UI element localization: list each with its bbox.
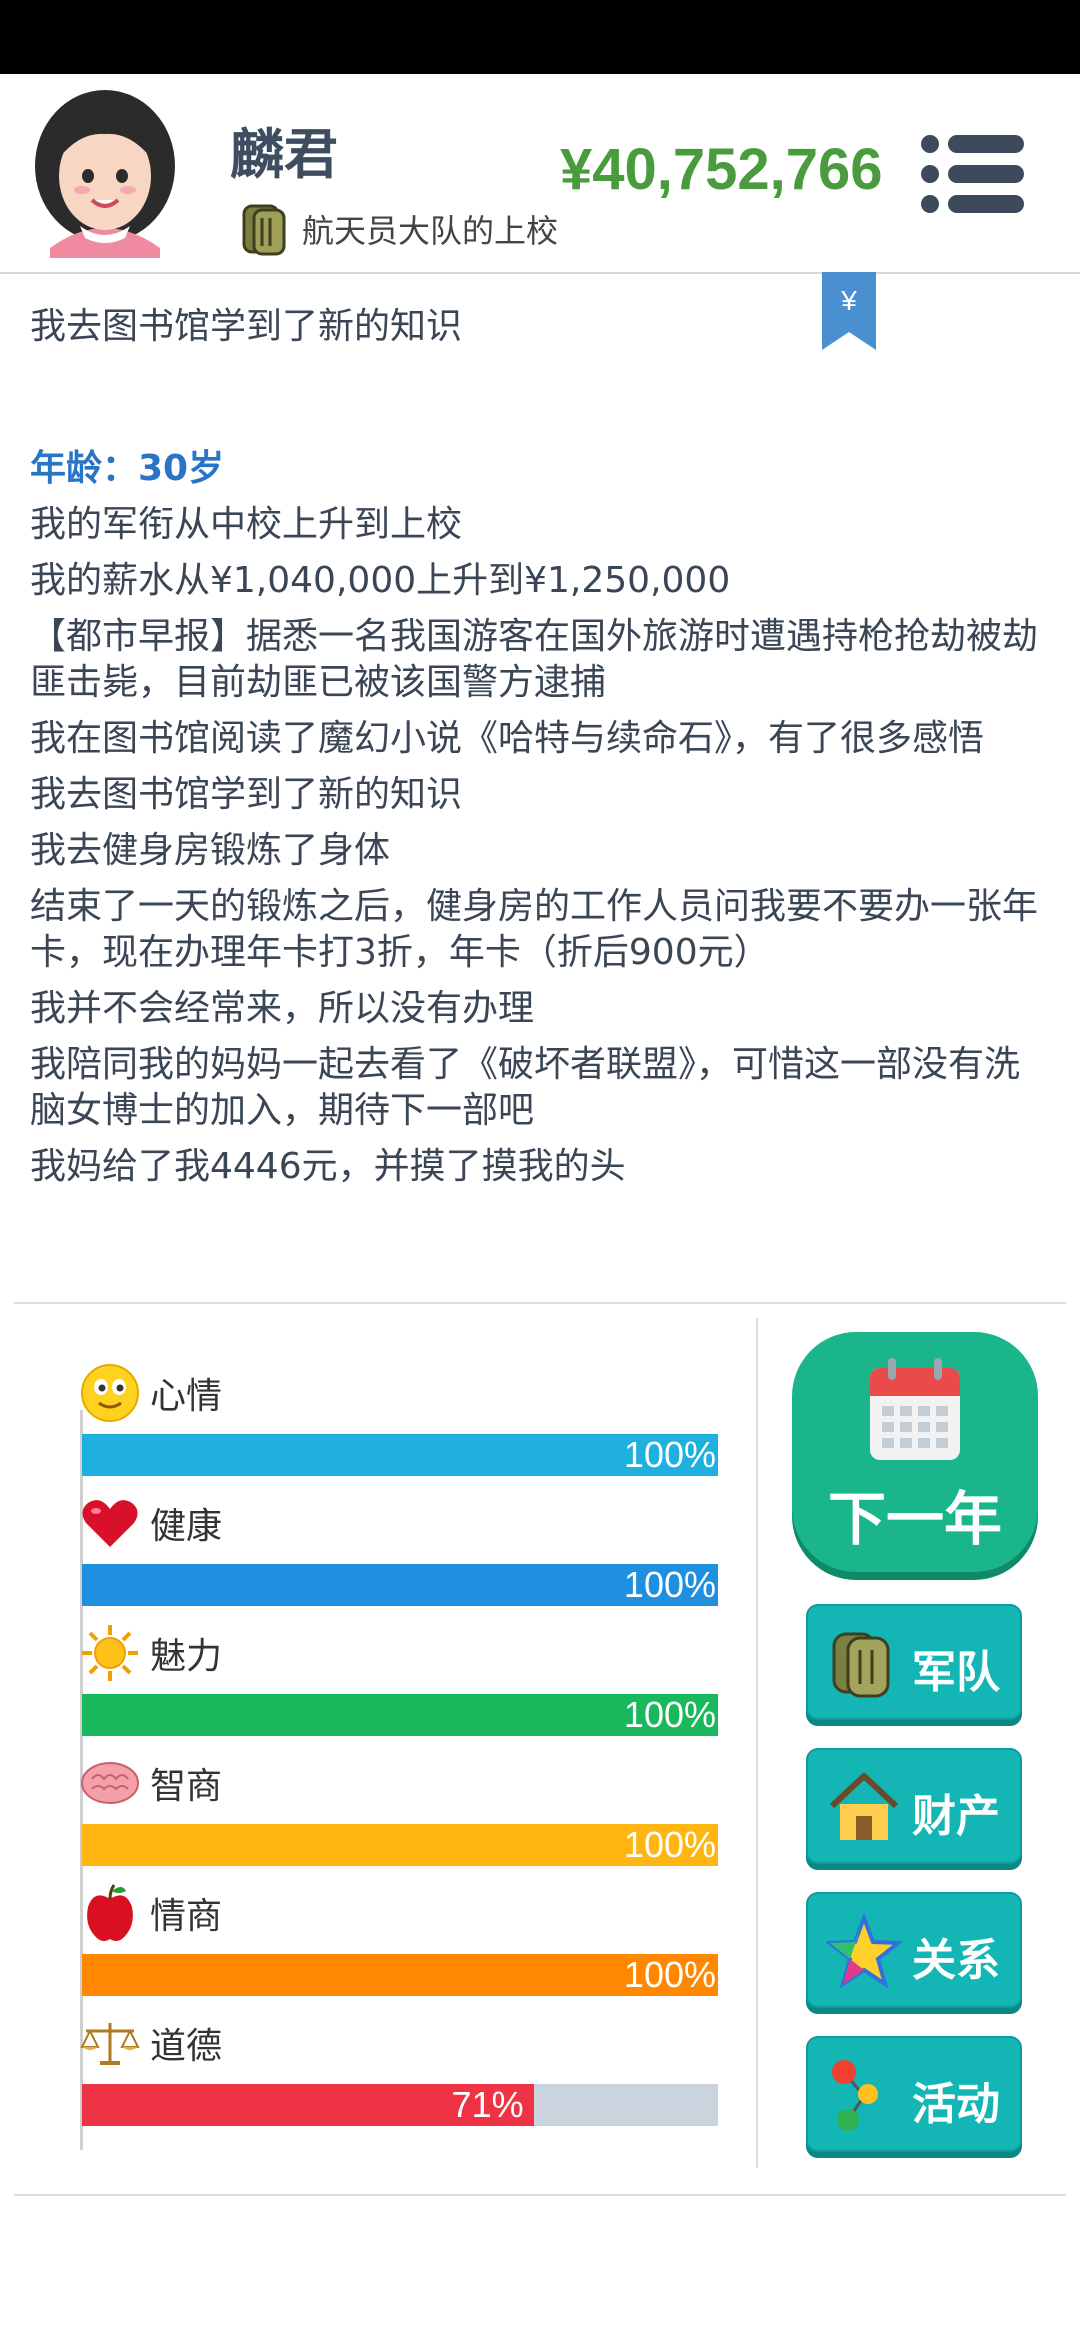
- house-icon: [829, 1773, 899, 1840]
- log-line: 我妈给了我4446元，并摸了摸我的头: [30, 1146, 626, 1187]
- army-label: 军队: [912, 1647, 1000, 1698]
- stat-label: 健康: [150, 1506, 223, 1547]
- stat-eq: 情商 100%: [80, 1882, 720, 2012]
- stat-value: 100%: [623, 1954, 716, 1995]
- activities-label: 活动: [912, 2079, 1000, 2130]
- stat-bar: 100%: [82, 1694, 718, 1736]
- event-log: 我去图书馆学到了新的知识 年龄：30岁 我的军衔从中校上升到上校 我的薪水从¥1…: [30, 250, 1040, 1200]
- log-line: 【都市早报】据悉一名我国游客在国外旅游时遭遇持枪抢劫被劫匪击毙，目前劫匪已被该国…: [30, 616, 1039, 703]
- log-line: 我的薪水从¥1,040,000上升到¥1,250,000: [30, 560, 731, 601]
- stat-bar: 100%: [82, 1824, 718, 1866]
- stat-value: 100%: [623, 1434, 716, 1475]
- calendar-icon: [870, 1358, 960, 1460]
- log-line: 我并不会经常来，所以没有办理: [30, 988, 535, 1029]
- rank-row: 航天员大队的上校: [238, 200, 558, 258]
- stat-label: 情商: [150, 1896, 223, 1937]
- stat-value: 71%: [451, 2084, 524, 2125]
- stat-bar: 71%: [82, 2084, 718, 2126]
- activities-button[interactable]: 活动: [806, 2036, 1022, 2152]
- age-title: 年龄：30岁: [30, 448, 225, 489]
- stat-charm: 魅力 100%: [80, 1622, 720, 1752]
- stat-bar-fill: [82, 1824, 718, 1866]
- brain-icon: [81, 1762, 139, 1804]
- stat-iq: 智商 100%: [80, 1752, 720, 1882]
- log-line: 我去图书馆学到了新的知识: [30, 774, 463, 815]
- stat-label: 心情: [150, 1376, 223, 1417]
- relations-button[interactable]: 关系: [806, 1892, 1022, 2008]
- next-year-button[interactable]: 下一年: [792, 1332, 1038, 1572]
- relations-label: 关系: [912, 1935, 1000, 1986]
- apple-icon: [87, 1884, 133, 1941]
- status-bar: [0, 0, 1080, 74]
- divider: [14, 1302, 1066, 1304]
- log-line: 我在图书馆阅读了魔幻小说《哈特与续命石》，有了很多感悟: [30, 718, 985, 759]
- stat-bar: 100%: [82, 1564, 718, 1606]
- avatar[interactable]: [30, 88, 180, 258]
- stat-mood: 心情 100%: [80, 1362, 720, 1492]
- log-line: 我的军衔从中校上升到上校: [30, 504, 463, 545]
- log-line: 我陪同我的妈妈一起去看了《破坏者联盟》，可惜这一部没有洗脑女博士的加入，期待下一…: [30, 1044, 1021, 1131]
- stat-bar-fill: [82, 1564, 718, 1606]
- property-button[interactable]: 财产: [806, 1748, 1022, 1864]
- stats-panel: 心情 100% 健康 100% 魅力 100% 智商 100% 情商 100% …: [80, 1362, 720, 2142]
- log-line: 我去图书馆学到了新的知识: [30, 306, 463, 347]
- stat-value: 100%: [623, 1564, 716, 1605]
- stat-bar: 100%: [82, 1954, 718, 1996]
- army-button[interactable]: 军队: [806, 1604, 1022, 1720]
- stat-value: 100%: [623, 1694, 716, 1735]
- next-year-label: 下一年: [827, 1485, 1002, 1553]
- scales-icon: [80, 2023, 140, 2065]
- stat-bar-fill: [82, 1954, 718, 1996]
- heart-icon: [82, 1500, 138, 1547]
- bookmark-ribbon-icon[interactable]: ¥: [820, 272, 878, 352]
- profile-header: 麟君 航天员大队的上校 ¥40,752,766: [0, 74, 1080, 274]
- stat-label: 智商: [150, 1766, 223, 1807]
- dog-tag-icon: [242, 204, 286, 256]
- stat-health: 健康 100%: [80, 1492, 720, 1622]
- stat-bar: 100%: [82, 1434, 718, 1476]
- smiley-icon: [81, 1364, 139, 1422]
- star-icon: [826, 1914, 902, 1989]
- stat-morality: 道德 71%: [80, 2012, 720, 2142]
- stat-label: 魅力: [150, 1636, 223, 1677]
- dog-tag-icon: [832, 1632, 890, 1698]
- stat-bar-fill: [82, 1434, 718, 1476]
- stat-value: 100%: [623, 1824, 716, 1865]
- menu-icon[interactable]: [920, 132, 1024, 216]
- sun-icon: [82, 1625, 138, 1681]
- rank-text: 航天员大队的上校: [302, 212, 559, 250]
- stat-bar-fill: [82, 1694, 718, 1736]
- divider-vertical: [756, 1318, 758, 2168]
- dots-icon: [832, 2060, 878, 2131]
- stat-label: 道德: [150, 2026, 223, 2067]
- log-line: 结束了一天的锻炼之后，健身房的工作人员问我要不要办一张年卡，现在办理年卡打3折，…: [30, 886, 1039, 973]
- property-label: 财产: [912, 1791, 1000, 1842]
- log-line: 我去健身房锻炼了身体: [30, 830, 391, 871]
- bookmark-symbol: ¥: [840, 285, 857, 316]
- player-name: 麟君: [230, 123, 338, 186]
- money-balance: ¥40,752,766: [560, 137, 883, 202]
- divider: [14, 2194, 1066, 2196]
